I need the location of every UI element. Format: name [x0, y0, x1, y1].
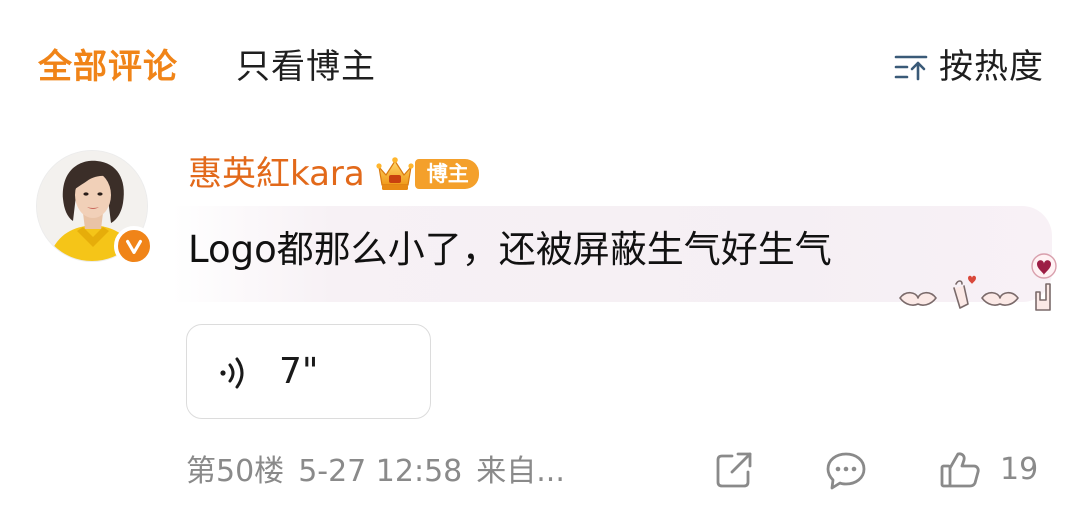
username[interactable]: 惠英紅kara: [188, 152, 365, 196]
tab-blogger-only[interactable]: 只看博主: [236, 44, 376, 90]
blogger-badge: 博主: [414, 159, 479, 189]
sort-icon: [894, 55, 928, 81]
like-button[interactable]: 19: [938, 448, 1038, 492]
voice-duration: 7": [279, 351, 319, 392]
comment-time: 5-27 12:58: [298, 454, 463, 489]
thumbs-up-icon: [940, 452, 980, 488]
comment-tabs: 全部评论 只看博主 按热度: [0, 0, 1080, 130]
sort-by-hot-button[interactable]: 按热度: [893, 44, 1044, 90]
tab-all-comments[interactable]: 全部评论: [38, 44, 178, 90]
comment-header: 惠英紅kara 博主: [188, 152, 479, 196]
floor-number: 第50楼: [186, 454, 285, 489]
verified-badge-icon: [114, 226, 154, 266]
crown-icon: [376, 157, 414, 190]
voice-message-button[interactable]: 7": [186, 324, 431, 419]
share-icon: [716, 452, 752, 488]
comment-meta: 第50楼 5-27 12:58 来自...: [186, 450, 579, 494]
comment-source: 来自...: [476, 454, 565, 489]
comment-bubble-icon: [826, 452, 866, 490]
heart-hands-decoration-icon: [899, 253, 1057, 311]
sort-label: 按热度: [939, 47, 1044, 87]
reply-button[interactable]: [824, 448, 868, 492]
share-button[interactable]: [712, 448, 756, 492]
voice-wave-icon: [220, 357, 244, 389]
comment-text: Logo都那么小了，还被屏蔽生气好生气: [188, 228, 832, 271]
avatar[interactable]: [36, 150, 154, 266]
like-count: 19: [1000, 452, 1039, 487]
